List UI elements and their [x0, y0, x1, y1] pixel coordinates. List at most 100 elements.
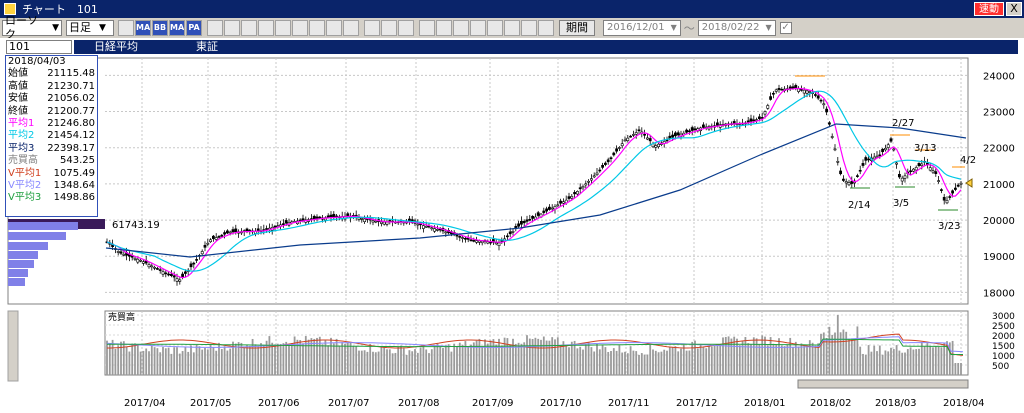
- volume-bar: [475, 340, 478, 375]
- info-value: 22398.17: [47, 142, 95, 154]
- info-row: 高値 21230.71: [6, 81, 97, 93]
- volume-bar: [957, 363, 960, 375]
- candle-body: [858, 169, 862, 172]
- volume-bar: [906, 349, 909, 375]
- candle-body: [942, 196, 946, 201]
- volume-bar: [755, 338, 758, 375]
- candle-body: [920, 163, 924, 166]
- candle-body: [631, 134, 635, 136]
- candle-body: [416, 223, 420, 226]
- candle-body: [570, 196, 574, 199]
- x-tick-label: 2017/04: [124, 398, 166, 409]
- volume-bar: [321, 344, 324, 375]
- candle-body: [550, 207, 554, 210]
- candle-body: [903, 175, 907, 179]
- volume-bar: [915, 349, 918, 375]
- volume-bar: [372, 351, 374, 375]
- candle-body: [172, 275, 176, 278]
- candle-body: [360, 218, 364, 220]
- volume-bar: [559, 345, 562, 375]
- horizontal-scrollbar: [797, 379, 969, 389]
- volume-bar: [584, 344, 587, 375]
- volume-bar: [699, 343, 702, 375]
- volume-bar: [646, 354, 649, 375]
- volume-bar: [870, 351, 873, 375]
- volume-bar: [811, 342, 814, 375]
- candle-body: [119, 251, 123, 254]
- volume-bar: [601, 345, 604, 375]
- candle-body: [864, 157, 868, 161]
- candle-body: [931, 170, 935, 173]
- volume-bar: [444, 345, 447, 375]
- candle-body: [584, 183, 588, 186]
- volume-bar: [845, 331, 848, 375]
- volume-bar: [369, 343, 372, 375]
- volume-bar: [892, 349, 895, 375]
- volume-bar: [195, 344, 198, 375]
- volume-bar: [859, 346, 862, 375]
- volume-bar: [836, 315, 839, 375]
- volume-bar: [551, 337, 554, 375]
- volume-tick-label: 500: [992, 362, 1009, 372]
- volume-bar: [724, 336, 727, 375]
- volume-bar: [850, 339, 853, 375]
- info-label: 安値: [8, 93, 28, 105]
- volume-bar: [206, 349, 209, 375]
- volume-bar: [657, 352, 660, 375]
- volume-bar: [148, 351, 150, 375]
- candle-body: [760, 117, 764, 119]
- candle-body: [475, 240, 479, 243]
- candle-body: [424, 226, 428, 228]
- volume-bar: [430, 349, 433, 375]
- price-tick-label: 22000: [983, 144, 1015, 155]
- volume-bar: [573, 340, 576, 375]
- volume-bar: [750, 344, 752, 375]
- candle-body: [830, 136, 834, 138]
- candle-body: [444, 231, 448, 234]
- price-chart[interactable]: 2017/04 2017/05 2017/06 2017/07 2017/08 2017/…: [0, 0, 1024, 413]
- volume-bar: [839, 332, 842, 375]
- volume-bar: [769, 337, 772, 375]
- candle-body: [881, 148, 885, 153]
- volume-bar: [338, 345, 341, 375]
- volume-bar: [719, 344, 722, 375]
- candle-body: [189, 263, 193, 268]
- volume-bar: [873, 345, 876, 375]
- candle-body: [139, 259, 143, 262]
- candle-body: [318, 216, 322, 219]
- candle-body: [461, 237, 465, 239]
- volume-bar: [394, 352, 397, 375]
- candle-body: [281, 223, 285, 225]
- volume-bar: [612, 348, 615, 375]
- candle-body: [133, 257, 137, 260]
- volume-bar: [290, 343, 293, 375]
- candle-body: [421, 225, 425, 229]
- candle-body: [170, 273, 173, 276]
- volume-bar: [898, 350, 901, 375]
- volume-bar: [576, 348, 579, 375]
- volume-bar: [274, 344, 276, 375]
- volume-bar: [960, 363, 962, 375]
- volume-bar: [397, 346, 400, 375]
- volume-bar: [131, 343, 134, 375]
- volume-bar: [447, 344, 450, 375]
- volume-bar: [162, 347, 164, 375]
- candle-body: [839, 170, 843, 175]
- volume-bar: [727, 336, 730, 375]
- candle-body: [231, 229, 235, 233]
- candle-body: [643, 133, 647, 136]
- candle-body: [777, 88, 781, 90]
- volume-bar: [780, 345, 783, 375]
- candle-body: [223, 232, 227, 235]
- volume-bar: [192, 352, 195, 375]
- candle-body: [799, 89, 803, 91]
- volume-bar: [772, 343, 775, 375]
- volume-bar: [579, 346, 582, 375]
- info-value: 21230.71: [47, 80, 95, 92]
- volume-bar: [159, 352, 162, 375]
- volume-bar: [156, 348, 159, 375]
- volume-bar: [696, 348, 699, 375]
- candle-body: [598, 169, 602, 172]
- candle-body: [477, 240, 481, 243]
- volume-bar: [439, 346, 442, 375]
